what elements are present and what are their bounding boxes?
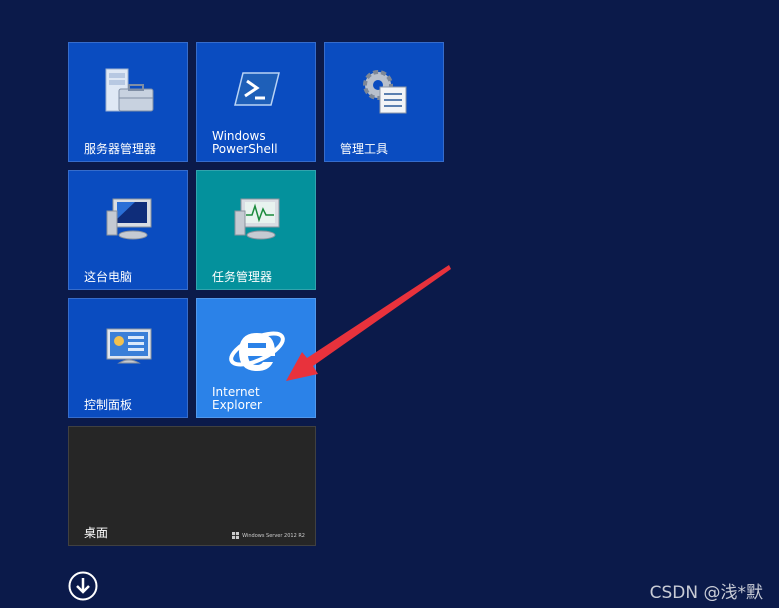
tile-admin-tools[interactable]: 管理工具 — [324, 42, 444, 162]
windows-logo-icon — [232, 532, 240, 539]
tile-powershell[interactable]: Windows PowerShell — [196, 42, 316, 162]
tile-server-manager[interactable]: 服务器管理器 — [68, 42, 188, 162]
tile-label: 任务管理器 — [212, 270, 273, 284]
task-manager-icon — [234, 198, 280, 240]
tile-label: 控制面板 — [84, 398, 133, 412]
tile-label: Windows PowerShell — [212, 129, 278, 156]
powershell-icon — [234, 72, 280, 106]
admin-tools-icon — [363, 70, 407, 114]
watermark: CSDN @浅*默 — [649, 583, 763, 603]
internet-explorer-icon — [229, 331, 285, 371]
tile-control-panel[interactable]: 控制面板 — [68, 298, 188, 418]
server-manager-icon — [105, 68, 154, 112]
tile-this-pc[interactable]: 这台电脑 — [68, 170, 188, 290]
down-arrow-circle-icon[interactable] — [68, 571, 98, 601]
tile-label: 管理工具 — [340, 142, 389, 156]
tile-label: 服务器管理器 — [84, 142, 157, 156]
tile-task-manager[interactable]: 任务管理器 — [196, 170, 316, 290]
tile-label: 这台电脑 — [84, 270, 133, 284]
brand-text: Windows Server 2012 R2 — [242, 532, 305, 539]
tile-internet-explorer[interactable]: Internet Explorer — [196, 298, 316, 418]
tile-desktop[interactable]: 桌面 Windows Server 2012 R2 — [68, 426, 316, 546]
tile-label: Internet Explorer — [212, 385, 262, 412]
windows-server-brand: Windows Server 2012 R2 — [232, 532, 305, 539]
this-pc-icon — [106, 198, 152, 240]
control-panel-icon — [106, 328, 152, 364]
tile-label: 桌面 — [84, 526, 109, 540]
